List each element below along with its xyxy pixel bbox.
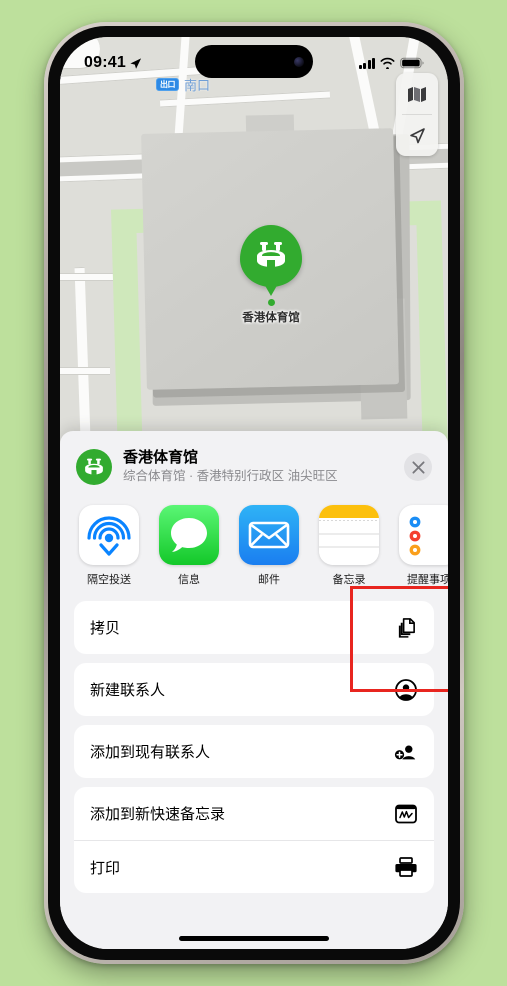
action-label: 打印 bbox=[90, 859, 121, 877]
share-app-label: 备忘录 bbox=[332, 574, 366, 586]
share-app-reminders[interactable]: 提醒事项 bbox=[398, 505, 448, 587]
map-road bbox=[60, 367, 110, 375]
reminders-icon bbox=[399, 505, 448, 565]
poi-label: 香港体育馆 bbox=[242, 312, 300, 324]
quick-note-icon bbox=[394, 804, 418, 824]
action-label: 新建联系人 bbox=[90, 682, 166, 699]
action-row-print[interactable]: 打印 bbox=[74, 840, 434, 893]
share-app-notes[interactable]: 备忘录 bbox=[318, 505, 380, 587]
close-icon bbox=[411, 460, 425, 474]
home-indicator[interactable] bbox=[179, 936, 329, 941]
action-row-copy[interactable]: 拷贝 bbox=[74, 601, 434, 654]
status-time: 09:41 bbox=[84, 54, 126, 71]
share-action-list: 拷贝 新建联系人 添加到现有联系人 添加到新快速备忘录 打印 bbox=[60, 601, 448, 893]
copy-icon bbox=[394, 617, 418, 638]
printer-icon bbox=[394, 857, 418, 877]
mail-icon bbox=[239, 505, 299, 565]
share-app-label: 信息 bbox=[178, 574, 200, 586]
stadium-icon bbox=[76, 449, 112, 485]
action-label: 添加到现有联系人 bbox=[90, 744, 211, 761]
poi-pin-icon[interactable] bbox=[240, 225, 302, 287]
notes-icon bbox=[319, 505, 379, 565]
locate-me-button[interactable] bbox=[396, 115, 438, 156]
location-arrow-icon bbox=[130, 57, 141, 69]
poi-marker[interactable]: 香港体育馆 bbox=[240, 225, 302, 325]
share-app-messages[interactable]: 信息 bbox=[158, 505, 220, 587]
map-road bbox=[60, 273, 120, 281]
poi-anchor-dot bbox=[267, 299, 275, 306]
share-app-label: 邮件 bbox=[258, 574, 280, 586]
cellular-bars-icon bbox=[358, 57, 375, 69]
front-camera-icon bbox=[294, 56, 304, 67]
map-controls[interactable] bbox=[396, 73, 438, 156]
action-row-new-quick-note[interactable]: 添加到新快速备忘录 bbox=[74, 787, 434, 840]
stadium-icon bbox=[257, 242, 285, 267]
phone-screen: 出口 南口 香港体育馆 09:41 香港体育馆 综合体育馆 · 香港特别行政区 … bbox=[60, 37, 448, 949]
action-group: 添加到现有联系人 bbox=[74, 725, 434, 778]
locate-me-icon bbox=[410, 127, 425, 143]
share-sheet-subtitle: 综合体育馆 · 香港特别行政区 油尖旺区 bbox=[123, 468, 338, 483]
share-app-label: 隔空投送 bbox=[87, 574, 131, 586]
share-app-row[interactable]: 隔空投送 信息 邮件 备忘录 提醒事项 bbox=[60, 499, 448, 601]
battery-full-icon bbox=[400, 57, 424, 69]
share-sheet: 香港体育馆 综合体育馆 · 香港特别行政区 油尖旺区 隔空投送 信息 邮件 备忘… bbox=[60, 431, 448, 949]
share-sheet-header: 香港体育馆 综合体育馆 · 香港特别行政区 油尖旺区 bbox=[60, 431, 448, 499]
action-row-add-existing-contact[interactable]: 添加到现有联系人 bbox=[74, 725, 434, 778]
status-time-group: 09:41 bbox=[84, 54, 142, 72]
wifi-icon bbox=[380, 57, 395, 69]
action-group: 拷贝 bbox=[74, 601, 434, 654]
action-label: 拷贝 bbox=[90, 620, 121, 637]
map-layers-icon bbox=[408, 86, 426, 102]
phone-bezel: 出口 南口 香港体育馆 09:41 香港体育馆 综合体育馆 · 香港特别行政区 … bbox=[48, 26, 460, 960]
action-label: 添加到新快速备忘录 bbox=[90, 806, 226, 823]
person-circle-icon bbox=[394, 678, 418, 701]
share-sheet-title: 香港体育馆 bbox=[123, 449, 199, 467]
status-indicators bbox=[358, 57, 425, 69]
close-button[interactable] bbox=[404, 453, 432, 481]
share-app-airdrop[interactable]: 隔空投送 bbox=[78, 505, 140, 587]
phone-frame: 出口 南口 香港体育馆 09:41 香港体育馆 综合体育馆 · 香港特别行政区 … bbox=[44, 22, 464, 964]
airdrop-icon bbox=[79, 505, 139, 565]
person-badge-plus-icon bbox=[394, 741, 418, 763]
action-row-new-contact[interactable]: 新建联系人 bbox=[74, 663, 434, 716]
messages-icon bbox=[159, 505, 219, 565]
status-bar: 09:41 bbox=[60, 37, 448, 83]
share-app-label: 提醒事项 bbox=[407, 574, 448, 586]
share-app-mail[interactable]: 邮件 bbox=[238, 505, 300, 587]
share-sheet-title-block: 香港体育馆 综合体育馆 · 香港特别行政区 油尖旺区 bbox=[123, 449, 393, 485]
action-group: 添加到新快速备忘录 打印 bbox=[74, 787, 434, 893]
action-group: 新建联系人 bbox=[74, 663, 434, 716]
dynamic-island bbox=[195, 45, 313, 78]
